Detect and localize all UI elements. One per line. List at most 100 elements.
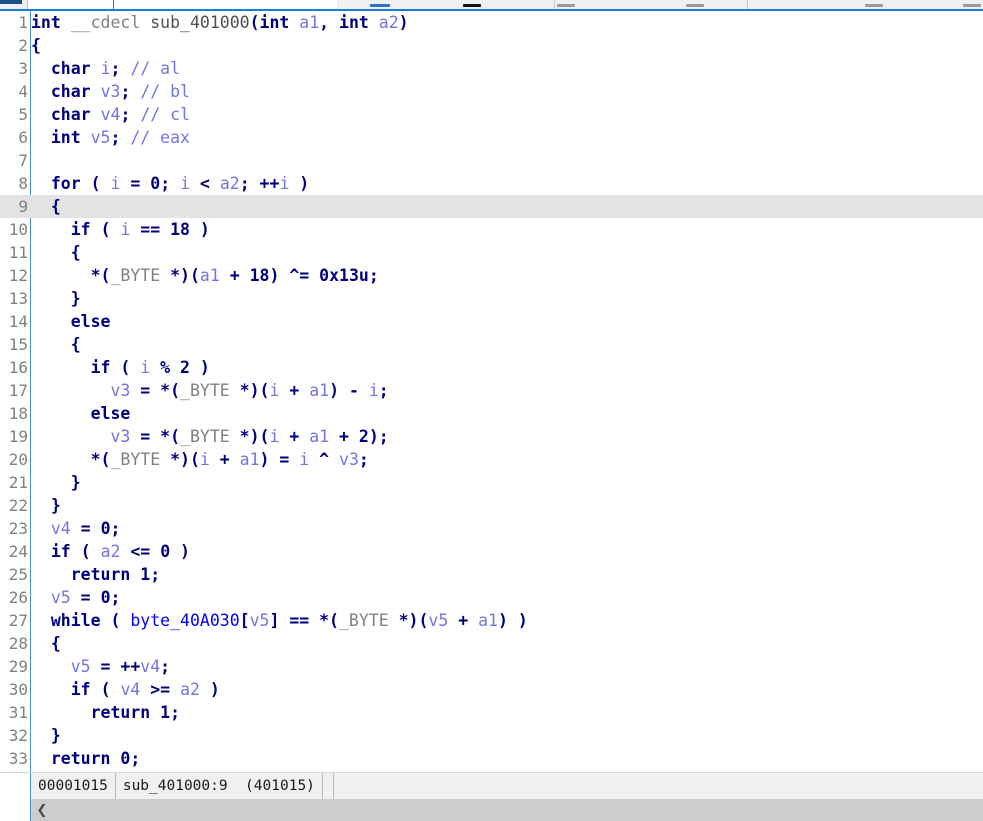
code-line[interactable]: 7 bbox=[0, 149, 983, 172]
code-line[interactable]: 31 return 1; bbox=[0, 701, 983, 724]
code-line[interactable]: 3 char i; // al bbox=[0, 57, 983, 80]
code-line-text[interactable]: v5 = ++v4; bbox=[28, 655, 170, 678]
token-var[interactable]: v4 bbox=[101, 105, 121, 124]
code-line-text[interactable]: char i; // al bbox=[28, 57, 180, 80]
token-var[interactable]: i bbox=[369, 381, 379, 400]
code-line-text[interactable]: } bbox=[28, 494, 61, 517]
token-var[interactable]: v5 bbox=[91, 128, 111, 147]
code-line[interactable]: 8 for ( i = 0; i < a2; ++i ) bbox=[0, 172, 983, 195]
token-var[interactable]: v5 bbox=[428, 611, 448, 630]
code-line[interactable]: 5 char v4; // cl bbox=[0, 103, 983, 126]
token-var[interactable]: i bbox=[101, 59, 111, 78]
code-line[interactable]: 30 if ( v4 >= a2 ) bbox=[0, 678, 983, 701]
code-line-text[interactable]: v3 = *(_BYTE *)(i + a1) - i; bbox=[28, 379, 388, 402]
code-line-text[interactable]: } bbox=[28, 724, 61, 747]
code-line[interactable]: 9 { bbox=[0, 195, 983, 218]
code-line[interactable]: 23 v4 = 0; bbox=[0, 517, 983, 540]
code-line[interactable]: 17 v3 = *(_BYTE *)(i + a1) - i; bbox=[0, 379, 983, 402]
toolbar-icon-black[interactable] bbox=[463, 4, 481, 7]
code-line[interactable]: 25 return 1; bbox=[0, 563, 983, 586]
token-var[interactable]: i bbox=[279, 174, 289, 193]
code-line[interactable]: 28 { bbox=[0, 632, 983, 655]
code-line-text[interactable]: int __cdecl sub_401000(int a1, int a2) bbox=[28, 11, 409, 34]
token-var[interactable]: i bbox=[140, 358, 150, 377]
code-line-text[interactable]: { bbox=[28, 632, 61, 655]
toolbar-icon-gray-3[interactable] bbox=[865, 4, 883, 7]
code-line-text[interactable]: return 0; bbox=[28, 747, 140, 770]
code-line[interactable]: 22 } bbox=[0, 494, 983, 517]
token-var[interactable]: a2 bbox=[379, 13, 399, 32]
token-var[interactable]: v5 bbox=[250, 611, 270, 630]
code-line[interactable]: 15 { bbox=[0, 333, 983, 356]
toolbar-icon-blue[interactable] bbox=[370, 4, 390, 7]
token-var[interactable]: v3 bbox=[339, 450, 359, 469]
toolbar-icon-gray-4[interactable] bbox=[963, 4, 981, 7]
code-line-text[interactable]: if ( a2 <= 0 ) bbox=[28, 540, 190, 563]
code-line-text[interactable]: } bbox=[28, 287, 81, 310]
token-var[interactable]: a1 bbox=[240, 450, 260, 469]
code-line[interactable]: 11 { bbox=[0, 241, 983, 264]
pseudocode-editor[interactable]: 1 int __cdecl sub_401000(int a1, int a2) 2… bbox=[0, 11, 983, 772]
code-line-text[interactable]: } bbox=[28, 471, 81, 494]
code-line-text[interactable]: v5 = 0; bbox=[28, 586, 121, 609]
code-line[interactable]: 18 else bbox=[0, 402, 983, 425]
token-var[interactable]: i bbox=[200, 450, 210, 469]
code-line-text[interactable]: *(_BYTE *)(i + a1) = i ^ v3; bbox=[28, 448, 369, 471]
code-line-text[interactable]: else bbox=[28, 402, 131, 425]
toolbar-icon-gray-2[interactable] bbox=[686, 4, 704, 7]
token-var[interactable]: v4 bbox=[51, 519, 71, 538]
code-line-text[interactable]: return 1; bbox=[28, 563, 160, 586]
token-fn[interactable]: sub_401000 bbox=[150, 13, 249, 32]
token-var[interactable]: i bbox=[120, 220, 130, 239]
code-line-text[interactable]: else bbox=[28, 310, 111, 333]
token-var[interactable]: v4 bbox=[140, 657, 160, 676]
token-var[interactable]: i bbox=[180, 174, 190, 193]
code-line[interactable]: 19 v3 = *(_BYTE *)(i + a1 + 2); bbox=[0, 425, 983, 448]
code-line-text[interactable]: { bbox=[28, 241, 81, 264]
code-line-text[interactable]: { bbox=[28, 34, 41, 57]
token-var[interactable]: i bbox=[299, 450, 309, 469]
code-line-text[interactable]: v4 = 0; bbox=[28, 517, 121, 540]
code-line-text[interactable]: if ( v4 >= a2 ) bbox=[28, 678, 220, 701]
token-var[interactable]: a1 bbox=[299, 13, 319, 32]
code-line-text[interactable]: while ( byte_40A030[v5] == *(_BYTE *)(v5… bbox=[28, 609, 528, 632]
code-line-text[interactable]: if ( i == 18 ) bbox=[28, 218, 210, 241]
code-line-text[interactable]: if ( i % 2 ) bbox=[28, 356, 210, 379]
token-var[interactable]: i bbox=[111, 174, 121, 193]
code-line[interactable]: 2{ bbox=[0, 34, 983, 57]
code-line-list[interactable]: 1 int __cdecl sub_401000(int a1, int a2) 2… bbox=[0, 11, 983, 770]
code-line[interactable]: 1 int __cdecl sub_401000(int a1, int a2) bbox=[0, 11, 983, 34]
token-var[interactable]: a1 bbox=[200, 266, 220, 285]
code-line[interactable]: 13 } bbox=[0, 287, 983, 310]
token-var[interactable]: i bbox=[269, 427, 279, 446]
code-line[interactable]: 26 v5 = 0; bbox=[0, 586, 983, 609]
toolbar-icon-gray-1[interactable] bbox=[557, 4, 575, 7]
code-line-text[interactable]: char v4; // cl bbox=[28, 103, 190, 126]
token-data[interactable]: byte_40A030 bbox=[130, 611, 239, 630]
code-line-text[interactable]: char v3; // bl bbox=[28, 80, 190, 103]
token-var[interactable]: v3 bbox=[110, 427, 130, 446]
code-line-text[interactable]: { bbox=[28, 333, 81, 356]
code-line[interactable]: 10 if ( i == 18 ) bbox=[0, 218, 983, 241]
code-line[interactable]: 29 v5 = ++v4; bbox=[0, 655, 983, 678]
code-line[interactable]: 4 char v3; // bl bbox=[0, 80, 983, 103]
code-line-text[interactable]: *(_BYTE *)(a1 + 18) ^= 0x13u; bbox=[28, 264, 379, 287]
code-line[interactable]: 12 *(_BYTE *)(a1 + 18) ^= 0x13u; bbox=[0, 264, 983, 287]
code-line[interactable]: 32 } bbox=[0, 724, 983, 747]
code-line[interactable]: 6 int v5; // eax bbox=[0, 126, 983, 149]
code-line[interactable]: 27 while ( byte_40A030[v5] == *(_BYTE *)… bbox=[0, 609, 983, 632]
code-line-text[interactable]: v3 = *(_BYTE *)(i + a1 + 2); bbox=[28, 425, 388, 448]
token-var[interactable]: v4 bbox=[120, 680, 140, 699]
token-var[interactable]: i bbox=[269, 381, 279, 400]
code-line[interactable]: 14 else bbox=[0, 310, 983, 333]
code-line-text[interactable]: for ( i = 0; i < a2; ++i ) bbox=[28, 172, 309, 195]
token-var[interactable]: v3 bbox=[110, 381, 130, 400]
tab-fragment-active[interactable] bbox=[113, 0, 337, 9]
token-var[interactable]: a2 bbox=[180, 680, 200, 699]
token-var[interactable]: a2 bbox=[101, 542, 121, 561]
code-line-text[interactable]: int v5; // eax bbox=[28, 126, 190, 149]
code-line[interactable]: 33 return 0; bbox=[0, 747, 983, 770]
code-line[interactable]: 20 *(_BYTE *)(i + a1) = i ^ v3; bbox=[0, 448, 983, 471]
token-var[interactable]: v5 bbox=[71, 657, 91, 676]
code-line[interactable]: 16 if ( i % 2 ) bbox=[0, 356, 983, 379]
